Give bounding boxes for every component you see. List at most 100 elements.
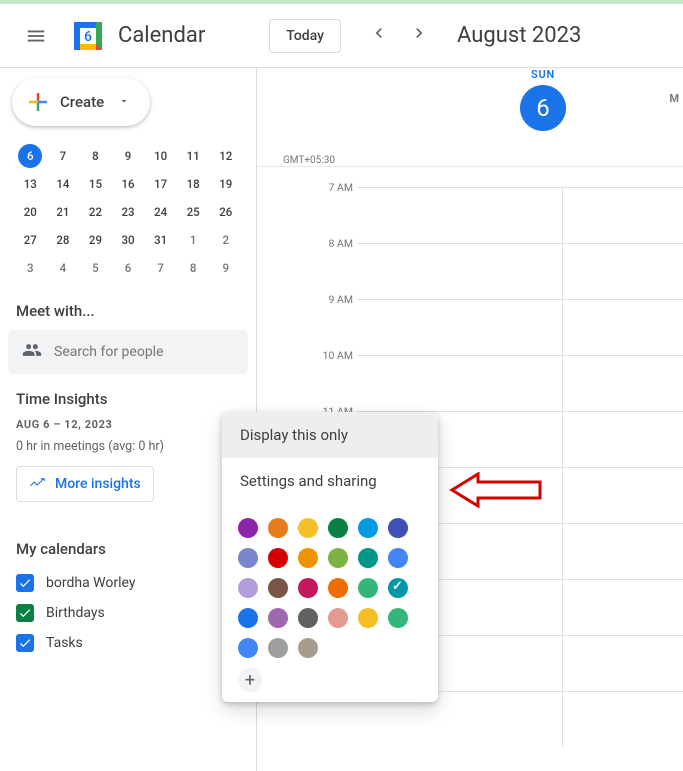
day-column-header[interactable]: SUN 6 [443,68,643,168]
color-swatch[interactable] [238,578,258,598]
mini-cal-day[interactable]: 4 [47,254,80,282]
color-swatch[interactable] [298,548,318,568]
mini-cal-day[interactable]: 8 [177,254,210,282]
time-row[interactable]: 9 AM [357,299,683,355]
sidebar: Create 678910111213141516171819202122232… [0,68,256,771]
color-swatch[interactable] [358,548,378,568]
mini-cal-day[interactable]: 6 [112,254,145,282]
color-swatch[interactable] [238,608,258,628]
chevron-down-icon [118,93,130,111]
calendar-list-item[interactable]: bordha Worley [16,568,248,598]
mini-cal-day[interactable]: 5 [79,254,112,282]
mini-cal-day[interactable]: 15 [79,170,112,198]
calendar-list-item[interactable]: Tasks [16,628,248,658]
mini-cal-day[interactable]: 7 [47,142,80,170]
time-row[interactable]: 7 AM [357,187,683,243]
color-swatch[interactable] [268,548,288,568]
mini-calendar[interactable]: 6789101112131415161718192021222324252627… [8,142,248,282]
color-swatch[interactable] [238,638,258,658]
color-swatch[interactable] [328,578,348,598]
create-label: Create [60,93,104,111]
calendar-label: bordha Worley [46,575,135,591]
color-swatch[interactable] [298,608,318,628]
mini-cal-day[interactable]: 18 [177,170,210,198]
mini-cal-day[interactable]: 11 [177,142,210,170]
timezone-label: GMT+05:30 [283,155,335,166]
create-button[interactable]: Create [12,78,150,126]
people-icon [22,340,42,364]
time-row[interactable]: 8 AM [357,243,683,299]
menu-display-only[interactable]: Display this only [222,412,438,458]
color-swatch[interactable] [268,638,288,658]
menu-settings-sharing[interactable]: Settings and sharing [222,458,438,504]
mini-cal-day[interactable]: 3 [14,254,47,282]
mini-cal-day[interactable]: 13 [14,170,47,198]
mini-cal-day[interactable]: 9 [112,142,145,170]
next-arrow-icon[interactable] [409,23,429,48]
color-swatch[interactable] [328,608,348,628]
time-label: 10 AM [317,349,353,362]
color-swatch[interactable] [268,518,288,538]
calendar-checkbox[interactable] [16,604,34,622]
mini-cal-day[interactable]: 29 [79,226,112,254]
color-swatch[interactable] [328,548,348,568]
insights-meeting-hours: 0 hr in meetings (avg: 0 hr) [16,439,248,454]
mini-cal-day[interactable]: 28 [47,226,80,254]
color-swatch[interactable] [388,608,408,628]
mini-cal-day[interactable]: 22 [79,198,112,226]
color-swatch[interactable] [298,638,318,658]
mini-cal-day[interactable]: 30 [112,226,145,254]
mini-cal-day[interactable]: 6 [14,142,47,170]
mini-cal-day[interactable]: 27 [14,226,47,254]
mini-cal-day[interactable]: 17 [144,170,177,198]
more-insights-button[interactable]: More insights [16,466,154,502]
color-swatch[interactable] [358,518,378,538]
mini-cal-day[interactable]: 23 [112,198,145,226]
mini-cal-day[interactable]: 14 [47,170,80,198]
prev-arrow-icon[interactable] [369,23,389,48]
mini-cal-day[interactable]: 7 [144,254,177,282]
mini-cal-day[interactable]: 25 [177,198,210,226]
time-label: 8 AM [317,237,353,250]
search-people-input[interactable] [54,344,234,360]
color-swatch[interactable] [358,578,378,598]
color-swatch[interactable] [298,518,318,538]
mini-cal-day[interactable]: 26 [209,198,242,226]
mini-cal-day[interactable]: 10 [144,142,177,170]
mini-cal-day[interactable]: 20 [14,198,47,226]
color-swatch[interactable] [298,578,318,598]
mini-cal-day[interactable]: 1 [177,226,210,254]
color-swatch[interactable] [238,518,258,538]
color-swatch[interactable] [388,578,408,598]
today-button[interactable]: Today [269,19,341,53]
color-swatch[interactable] [268,608,288,628]
time-row[interactable]: 10 AM [357,355,683,411]
day-header-row: GMT+05:30 SUN 6 M [257,68,683,168]
mini-cal-day[interactable]: 12 [209,142,242,170]
mini-cal-day[interactable]: 2 [209,226,242,254]
color-swatch[interactable] [328,518,348,538]
search-people-box[interactable] [8,330,248,374]
main-menu-button[interactable] [12,12,60,60]
mini-cal-day[interactable]: 8 [79,142,112,170]
calendar-list-item[interactable]: Birthdays [16,598,248,628]
mini-cal-day[interactable]: 21 [47,198,80,226]
calendar-checkbox[interactable] [16,574,34,592]
calendar-label: Tasks [46,635,83,651]
logo-block: 6 Calendar [68,16,205,56]
insights-chart-icon [29,473,47,495]
color-swatch[interactable] [268,578,288,598]
color-swatch[interactable] [238,548,258,568]
mini-cal-day[interactable]: 9 [209,254,242,282]
mini-cal-day[interactable]: 19 [209,170,242,198]
insights-date-range: AUG 6 – 12, 2023 [16,418,248,431]
mini-cal-day[interactable]: 16 [112,170,145,198]
mini-cal-day[interactable]: 31 [144,226,177,254]
calendar-checkbox[interactable] [16,634,34,652]
add-custom-color-button[interactable]: + [238,668,262,692]
color-swatch[interactable] [388,548,408,568]
mini-cal-day[interactable]: 24 [144,198,177,226]
color-swatch[interactable] [358,608,378,628]
day-number-circle: 6 [520,85,566,131]
color-swatch[interactable] [388,518,408,538]
